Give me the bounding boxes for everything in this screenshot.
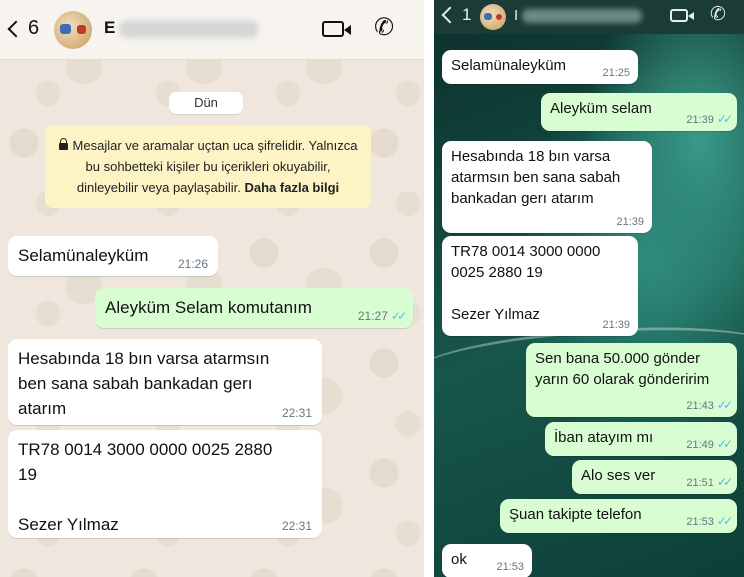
message-bubble[interactable]: TR78 0014 3000 0000 0025 2880 19 Sezer Y… (442, 236, 638, 336)
phone-call-icon[interactable]: ✆ (710, 5, 726, 24)
message-bubble[interactable]: Hesabında 18 bın varsa atarmsın ben sana… (8, 339, 322, 425)
phone-call-icon[interactable]: ✆ (374, 16, 394, 40)
chat-panel-left: 6 E ✆ Dün Mesajlar ve aramalar uçtan uca… (0, 0, 424, 577)
contact-name[interactable]: E (104, 18, 260, 38)
avatar[interactable] (480, 4, 506, 30)
message-time: 21:25 (602, 67, 630, 79)
message-bubble[interactable]: Alo ses ver 21:51 ✓✓ (572, 460, 737, 494)
message-text: TR78 0014 3000 0000 0025 2880 19 Sezer Y… (18, 440, 273, 534)
video-call-icon[interactable] (322, 21, 351, 37)
video-call-icon[interactable] (670, 9, 694, 22)
message-time: 21:49 (686, 439, 714, 451)
message-text: Hesabında 18 bın varsa atarmsın ben sana… (18, 349, 270, 418)
redacted-name (119, 19, 260, 38)
more-info-link[interactable]: Daha fazla bilgi (245, 180, 340, 195)
avatar[interactable] (54, 11, 92, 49)
double-check-icon: ✓✓ (716, 112, 733, 126)
back-button[interactable]: 6 (6, 17, 39, 40)
message-time: 22:31 (281, 519, 312, 533)
message-bubble[interactable]: Hesabında 18 bın varsa atarmsın ben sana… (442, 141, 652, 233)
divider (424, 0, 434, 577)
message-bubble[interactable]: Selamünaleyküm 21:26 (8, 236, 218, 276)
message-time: 21:26 (177, 257, 208, 271)
message-bubble[interactable]: Aleyküm selam 21:39 ✓✓ (541, 93, 737, 131)
back-button[interactable]: 1 (440, 5, 471, 25)
message-bubble[interactable]: Şuan takipte telefon 21:53 ✓✓ (500, 499, 737, 533)
double-check-icon: ✓✓ (716, 437, 733, 451)
message-text: Sen bana 50.000 gönder yarın 60 olarak g… (535, 350, 710, 388)
double-check-icon: ✓✓ (716, 475, 733, 489)
double-check-icon: ✓✓ (716, 514, 733, 528)
message-bubble[interactable]: Aleyküm Selam komutanım 21:27 ✓✓ (95, 288, 413, 328)
message-text: TR78 0014 3000 0000 0025 2880 19 Sezer Y… (451, 243, 601, 323)
message-time: 21:27 (357, 309, 388, 323)
message-bubble[interactable]: Sen bana 50.000 gönder yarın 60 olarak g… (526, 343, 737, 417)
message-time: 21:39 (616, 216, 644, 228)
contact-name[interactable]: I (514, 7, 643, 24)
message-time: 21:51 (686, 477, 714, 489)
unread-count: 1 (462, 5, 472, 24)
back-chevron-icon (7, 20, 25, 37)
redacted-name (522, 9, 643, 24)
message-text: Hesabında 18 bın varsa atarmsın ben sana… (451, 148, 621, 207)
encryption-notice[interactable]: Mesajlar ve aramalar uçtan uca şifrelidi… (45, 125, 371, 208)
message-bubble[interactable]: Selamünaleyküm 21:25 (442, 50, 638, 84)
date-chip: Dün (169, 92, 243, 114)
chat-header: 6 E ✆ (0, 0, 424, 60)
message-bubble[interactable]: TR78 0014 3000 0000 0025 2880 19 Sezer Y… (8, 430, 322, 538)
back-chevron-icon (441, 6, 459, 24)
message-time: 21:43 (686, 400, 714, 412)
chat-header: 1 I ✆ (434, 0, 744, 34)
unread-count: 6 (28, 17, 40, 39)
message-bubble[interactable]: ok 21:53 (442, 544, 532, 577)
chat-panel-right: 1 I ✆ Selamünaleyküm 21:25 Aleyküm selam… (434, 0, 744, 577)
double-check-icon: ✓✓ (716, 398, 733, 412)
message-time: 22:31 (281, 406, 312, 420)
double-check-icon: ✓✓ (390, 309, 407, 323)
message-time: 21:39 (602, 319, 630, 331)
message-bubble[interactable]: İban atayım mı 21:49 ✓✓ (545, 422, 737, 456)
message-time: 21:39 (686, 114, 714, 126)
message-time: 21:53 (686, 516, 714, 528)
lock-icon (58, 138, 68, 150)
message-time: 21:53 (496, 561, 524, 573)
